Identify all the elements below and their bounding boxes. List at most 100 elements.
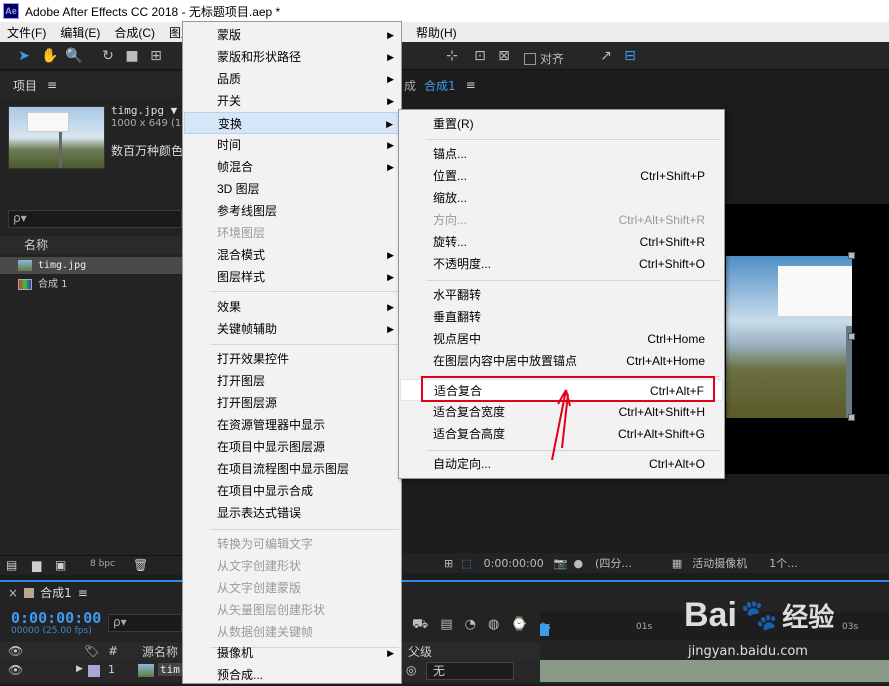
submenu-item-flip-vertical[interactable]: 垂直翻转	[400, 306, 723, 328]
hand-tool-icon[interactable]: ✋	[40, 46, 60, 66]
parent-dropdown[interactable]: 无	[426, 662, 514, 680]
motion-blur-icon[interactable]: ◔	[465, 617, 476, 634]
parent-dropdown-value: 无	[433, 664, 446, 678]
menu-item-pre-compose[interactable]: 预合成...	[184, 664, 402, 686]
column-parent[interactable]: 父级	[408, 643, 432, 660]
submenu-item-flip-horizontal[interactable]: 水平翻转	[400, 284, 723, 306]
composition-tab[interactable]: 成 合成1 ≡	[402, 72, 476, 98]
menu-item-open-effect-controls[interactable]: 打开效果控件	[184, 348, 402, 370]
timeline-current-time[interactable]: 0:00:00:00	[11, 609, 101, 627]
column-source-name[interactable]: 源名称	[142, 643, 178, 660]
eye-icon[interactable]: 👁	[8, 663, 23, 677]
interpret-footage-icon[interactable]: ▤	[6, 558, 17, 572]
menu-edit[interactable]: 编辑(E)	[53, 24, 107, 41]
menu-item-mask[interactable]: 蒙版 ▶	[184, 24, 402, 46]
current-time-display[interactable]: 0:00:00:00	[484, 557, 544, 570]
submenu-item-center-in-view[interactable]: 视点居中 Ctrl+Home	[400, 328, 723, 350]
menu-composition[interactable]: 合成(C)	[107, 24, 162, 41]
label-icon[interactable]: 🏷	[84, 644, 99, 658]
selection-tool-icon[interactable]: ➤	[14, 46, 34, 66]
menu-item-mask-shape-path[interactable]: 蒙版和形状路径 ▶	[184, 46, 402, 68]
views-dropdown[interactable]: 1个...	[769, 555, 798, 571]
timeline-search-input[interactable]: ρ▾	[108, 614, 182, 632]
menu-item-blending-mode[interactable]: 混合模式 ▶	[184, 244, 402, 266]
selected-file-color-depth: 数百万种颜色	[111, 144, 184, 158]
camera-dropdown[interactable]: 活动摄像机	[692, 555, 747, 571]
anchor-point-handle[interactable]	[848, 333, 855, 340]
submenu-item-reset[interactable]: 重置(R)	[400, 113, 723, 135]
layer-name[interactable]: tim	[158, 663, 182, 676]
graph-editor-icon[interactable]: ◍	[488, 617, 499, 634]
menu-item-transform[interactable]: 变换 ▶	[184, 112, 402, 134]
snap-arrow-icon[interactable]: ↗	[596, 46, 616, 66]
menu-file[interactable]: 文件(F)	[0, 24, 53, 41]
show-channel-icon[interactable]: ●	[573, 557, 583, 570]
pan-behind-tool-icon[interactable]: ⊞	[146, 46, 166, 66]
panel-menu-icon[interactable]: ≡	[466, 78, 476, 92]
world-axis-icon[interactable]: ⊡	[470, 46, 490, 66]
menu-separator	[211, 344, 399, 345]
submenu-item-center-anchor-in-content[interactable]: 在图层内容中居中放置锚点 Ctrl+Alt+Home	[400, 350, 723, 372]
menu-item-camera[interactable]: 摄像机 ▶	[184, 642, 402, 664]
layer-preview-image[interactable]	[726, 256, 852, 418]
menu-item-time[interactable]: 时间 ▶	[184, 134, 402, 156]
menu-item-reveal-layer-source-in-project[interactable]: 在项目中显示图层源	[184, 436, 402, 458]
new-composition-icon[interactable]: ▣	[55, 558, 66, 572]
pick-whip-icon[interactable]: ◎	[406, 663, 416, 677]
layer-color-label[interactable]	[88, 665, 100, 677]
project-item-image[interactable]: timg.jpg	[0, 257, 182, 274]
submenu-item-rotation[interactable]: 旋转... Ctrl+Shift+R	[400, 231, 723, 253]
view-axis-icon[interactable]: ⊠	[494, 46, 514, 66]
project-item-comp[interactable]: 合成 1	[0, 276, 182, 293]
menu-item-guide-layer[interactable]: 参考线图层	[184, 200, 402, 222]
menu-help[interactable]: 帮助(H)	[409, 24, 464, 41]
local-axis-icon[interactable]: ⊹	[442, 46, 462, 66]
rotate-tool-icon[interactable]: ↻	[98, 46, 118, 66]
menu-item-keyframe-assistant[interactable]: 关键帧辅助 ▶	[184, 318, 402, 340]
zoom-tool-icon[interactable]: 🔍	[64, 46, 84, 66]
menu-item-show-expression-errors[interactable]: 显示表达式错误	[184, 502, 402, 524]
menu-item-effect[interactable]: 效果 ▶	[184, 296, 402, 318]
shy-icon[interactable]: ⛟	[412, 617, 428, 634]
snapping-toggle[interactable]: 对齐	[524, 50, 564, 67]
close-icon[interactable]: ×	[8, 586, 18, 600]
mask-visibility-icon[interactable]: ⬚	[461, 557, 471, 570]
trash-icon[interactable]: 🗑	[133, 558, 148, 572]
frame-blend-icon[interactable]: ▤	[440, 617, 452, 634]
snap-grid-icon[interactable]: ⊟	[620, 46, 640, 66]
submenu-item-scale[interactable]: 缩放...	[400, 187, 723, 209]
submenu-item-anchor-point[interactable]: 锚点...	[400, 143, 723, 165]
expand-arrow-icon[interactable]: ▶	[76, 664, 83, 674]
menu-item-switches[interactable]: 开关 ▶	[184, 90, 402, 112]
panel-menu-icon[interactable]: ≡	[47, 78, 57, 92]
menu-item-reveal-layer-in-flowchart[interactable]: 在项目流程图中显示图层	[184, 458, 402, 480]
menu-item-open-layer-source[interactable]: 打开图层源	[184, 392, 402, 414]
grid-icon[interactable]: ⊞	[444, 557, 453, 570]
camera-tool-icon[interactable]: ■	[122, 46, 142, 66]
timeline-tab[interactable]: × 合成1 ≡	[8, 584, 88, 601]
menu-item-quality[interactable]: 品质 ▶	[184, 68, 402, 90]
submenu-item-opacity[interactable]: 不透明度... Ctrl+Shift+O	[400, 253, 723, 275]
layer-handle[interactable]	[848, 414, 855, 421]
menu-item-3d-layer[interactable]: 3D 图层	[184, 178, 402, 200]
submenu-item-position[interactable]: 位置... Ctrl+Shift+P	[400, 165, 723, 187]
eye-icon[interactable]: 👁	[8, 644, 23, 658]
menu-item-layer-styles[interactable]: 图层样式 ▶	[184, 266, 402, 288]
bit-depth-button[interactable]: 8 bpc	[90, 559, 115, 569]
column-name[interactable]: 名称	[24, 238, 48, 252]
keyframe-icon[interactable]: ⌚	[511, 617, 527, 634]
menu-item-reveal-in-explorer[interactable]: 在资源管理器中显示	[184, 414, 402, 436]
baidu-jingyan-watermark: Bai 🐾 经验 jingyan.baidu.com	[684, 582, 889, 684]
snapping-checkbox[interactable]	[524, 52, 536, 65]
menu-item-frame-blending[interactable]: 帧混合 ▶	[184, 156, 402, 178]
resolution-dropdown[interactable]: (四分...	[595, 555, 632, 571]
playhead[interactable]	[540, 624, 549, 636]
menu-item-reveal-composition-in-project[interactable]: 在项目中显示合成	[184, 480, 402, 502]
transparency-grid-icon[interactable]: ▦	[672, 557, 682, 570]
project-search-input[interactable]: ρ▾	[8, 210, 182, 228]
panel-menu-icon[interactable]: ≡	[78, 586, 88, 600]
snapshot-icon[interactable]: 📷	[554, 557, 568, 570]
new-folder-icon[interactable]: ▆	[32, 558, 41, 572]
menu-item-open-layer[interactable]: 打开图层	[184, 370, 402, 392]
layer-handle[interactable]	[848, 252, 855, 259]
